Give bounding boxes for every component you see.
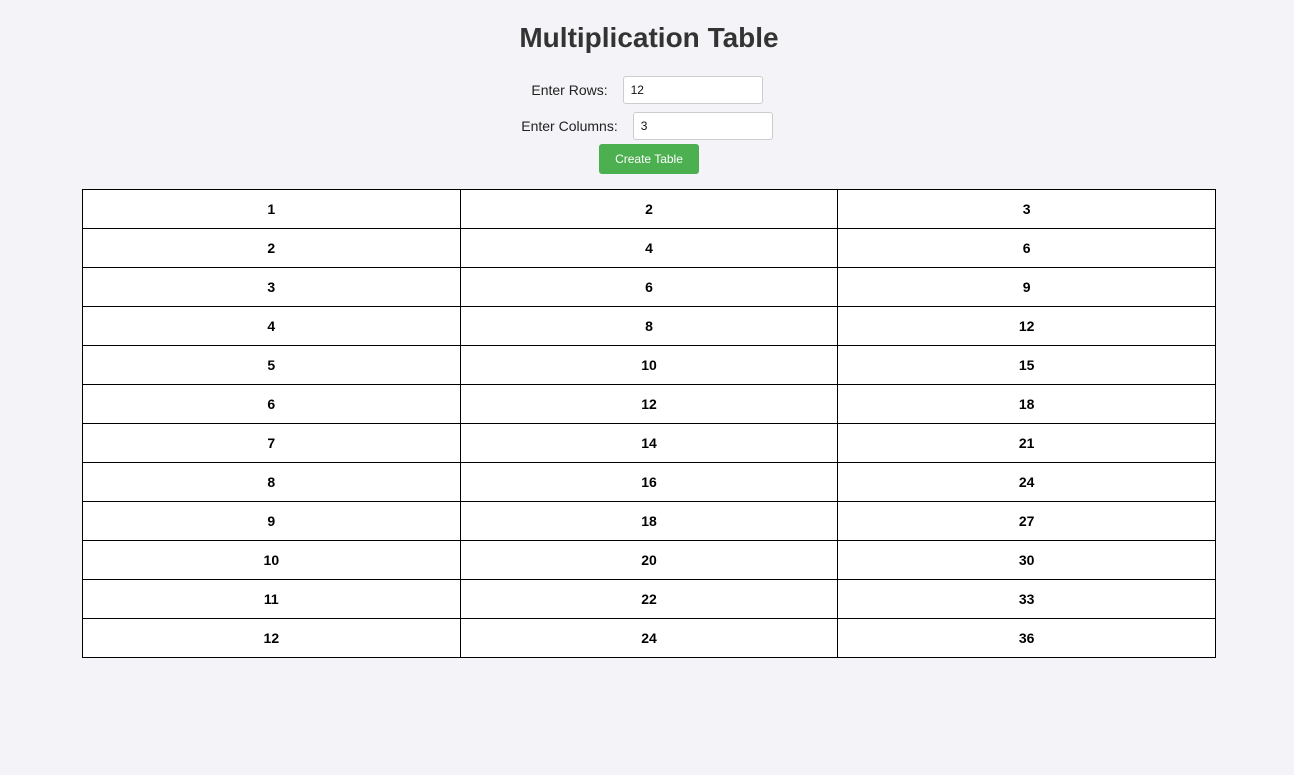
table-row: 2 4 6 — [82, 228, 1216, 268]
table-cell: 6 — [837, 228, 1216, 268]
table-cell: 16 — [459, 462, 839, 502]
table-cell: 9 — [837, 267, 1216, 307]
table-cell: 3 — [837, 189, 1216, 229]
table-cell: 9 — [82, 501, 461, 541]
columns-field-group: Enter Columns: — [0, 111, 1294, 140]
table-cell: 24 — [837, 462, 1216, 502]
table-cell: 18 — [837, 384, 1216, 424]
table-row: 11 22 33 — [82, 579, 1216, 619]
table-row: 3 6 9 — [82, 267, 1216, 307]
multiplication-table: 1 2 3 2 4 6 3 6 9 4 8 12 5 10 15 6 12 18 — [82, 189, 1216, 658]
table-row: 5 10 15 — [82, 345, 1216, 385]
table-cell: 21 — [837, 423, 1216, 463]
table-cell: 15 — [837, 345, 1216, 385]
table-cell: 24 — [459, 618, 839, 658]
table-cell: 33 — [837, 579, 1216, 619]
table-cell: 10 — [459, 345, 839, 385]
table-row: 6 12 18 — [82, 384, 1216, 424]
table-cell: 6 — [82, 384, 461, 424]
table-cell: 5 — [82, 345, 461, 385]
table-cell: 22 — [459, 579, 839, 619]
table-cell: 8 — [82, 462, 461, 502]
table-row: 12 24 36 — [82, 618, 1216, 658]
table-cell: 2 — [459, 189, 839, 229]
table-row: 10 20 30 — [82, 540, 1216, 580]
table-row: 7 14 21 — [82, 423, 1216, 463]
table-cell: 12 — [837, 306, 1216, 346]
rows-label: Enter Rows: — [531, 81, 608, 98]
table-row: 9 18 27 — [82, 501, 1216, 541]
rows-input[interactable] — [622, 75, 763, 104]
table-cell: 2 — [82, 228, 461, 268]
table-cell: 1 — [82, 189, 461, 229]
rows-field-group: Enter Rows: — [0, 75, 1294, 104]
table-cell: 11 — [82, 579, 461, 619]
table-cell: 8 — [459, 306, 839, 346]
table-cell: 20 — [459, 540, 839, 580]
columns-label: Enter Columns: — [521, 117, 618, 134]
page-title: Multiplication Table — [519, 22, 779, 53]
table-cell: 3 — [82, 267, 461, 307]
table-cell: 27 — [837, 501, 1216, 541]
table-cell: 36 — [837, 618, 1216, 658]
table-cell: 7 — [82, 423, 461, 463]
table-cell: 12 — [82, 618, 461, 658]
columns-input[interactable] — [632, 111, 773, 140]
table-row: 1 2 3 — [82, 189, 1216, 229]
table-body: 1 2 3 2 4 6 3 6 9 4 8 12 5 10 15 6 12 18 — [82, 189, 1216, 658]
table-cell: 18 — [459, 501, 839, 541]
table-row: 8 16 24 — [82, 462, 1216, 502]
table-cell: 12 — [459, 384, 839, 424]
table-row: 4 8 12 — [82, 306, 1216, 346]
table-cell: 30 — [837, 540, 1216, 580]
table-cell: 4 — [459, 228, 839, 268]
table-cell: 14 — [459, 423, 839, 463]
table-cell: 4 — [82, 306, 461, 346]
create-table-button[interactable]: Create Table — [599, 144, 699, 174]
table-cell: 6 — [459, 267, 839, 307]
table-cell: 10 — [82, 540, 461, 580]
